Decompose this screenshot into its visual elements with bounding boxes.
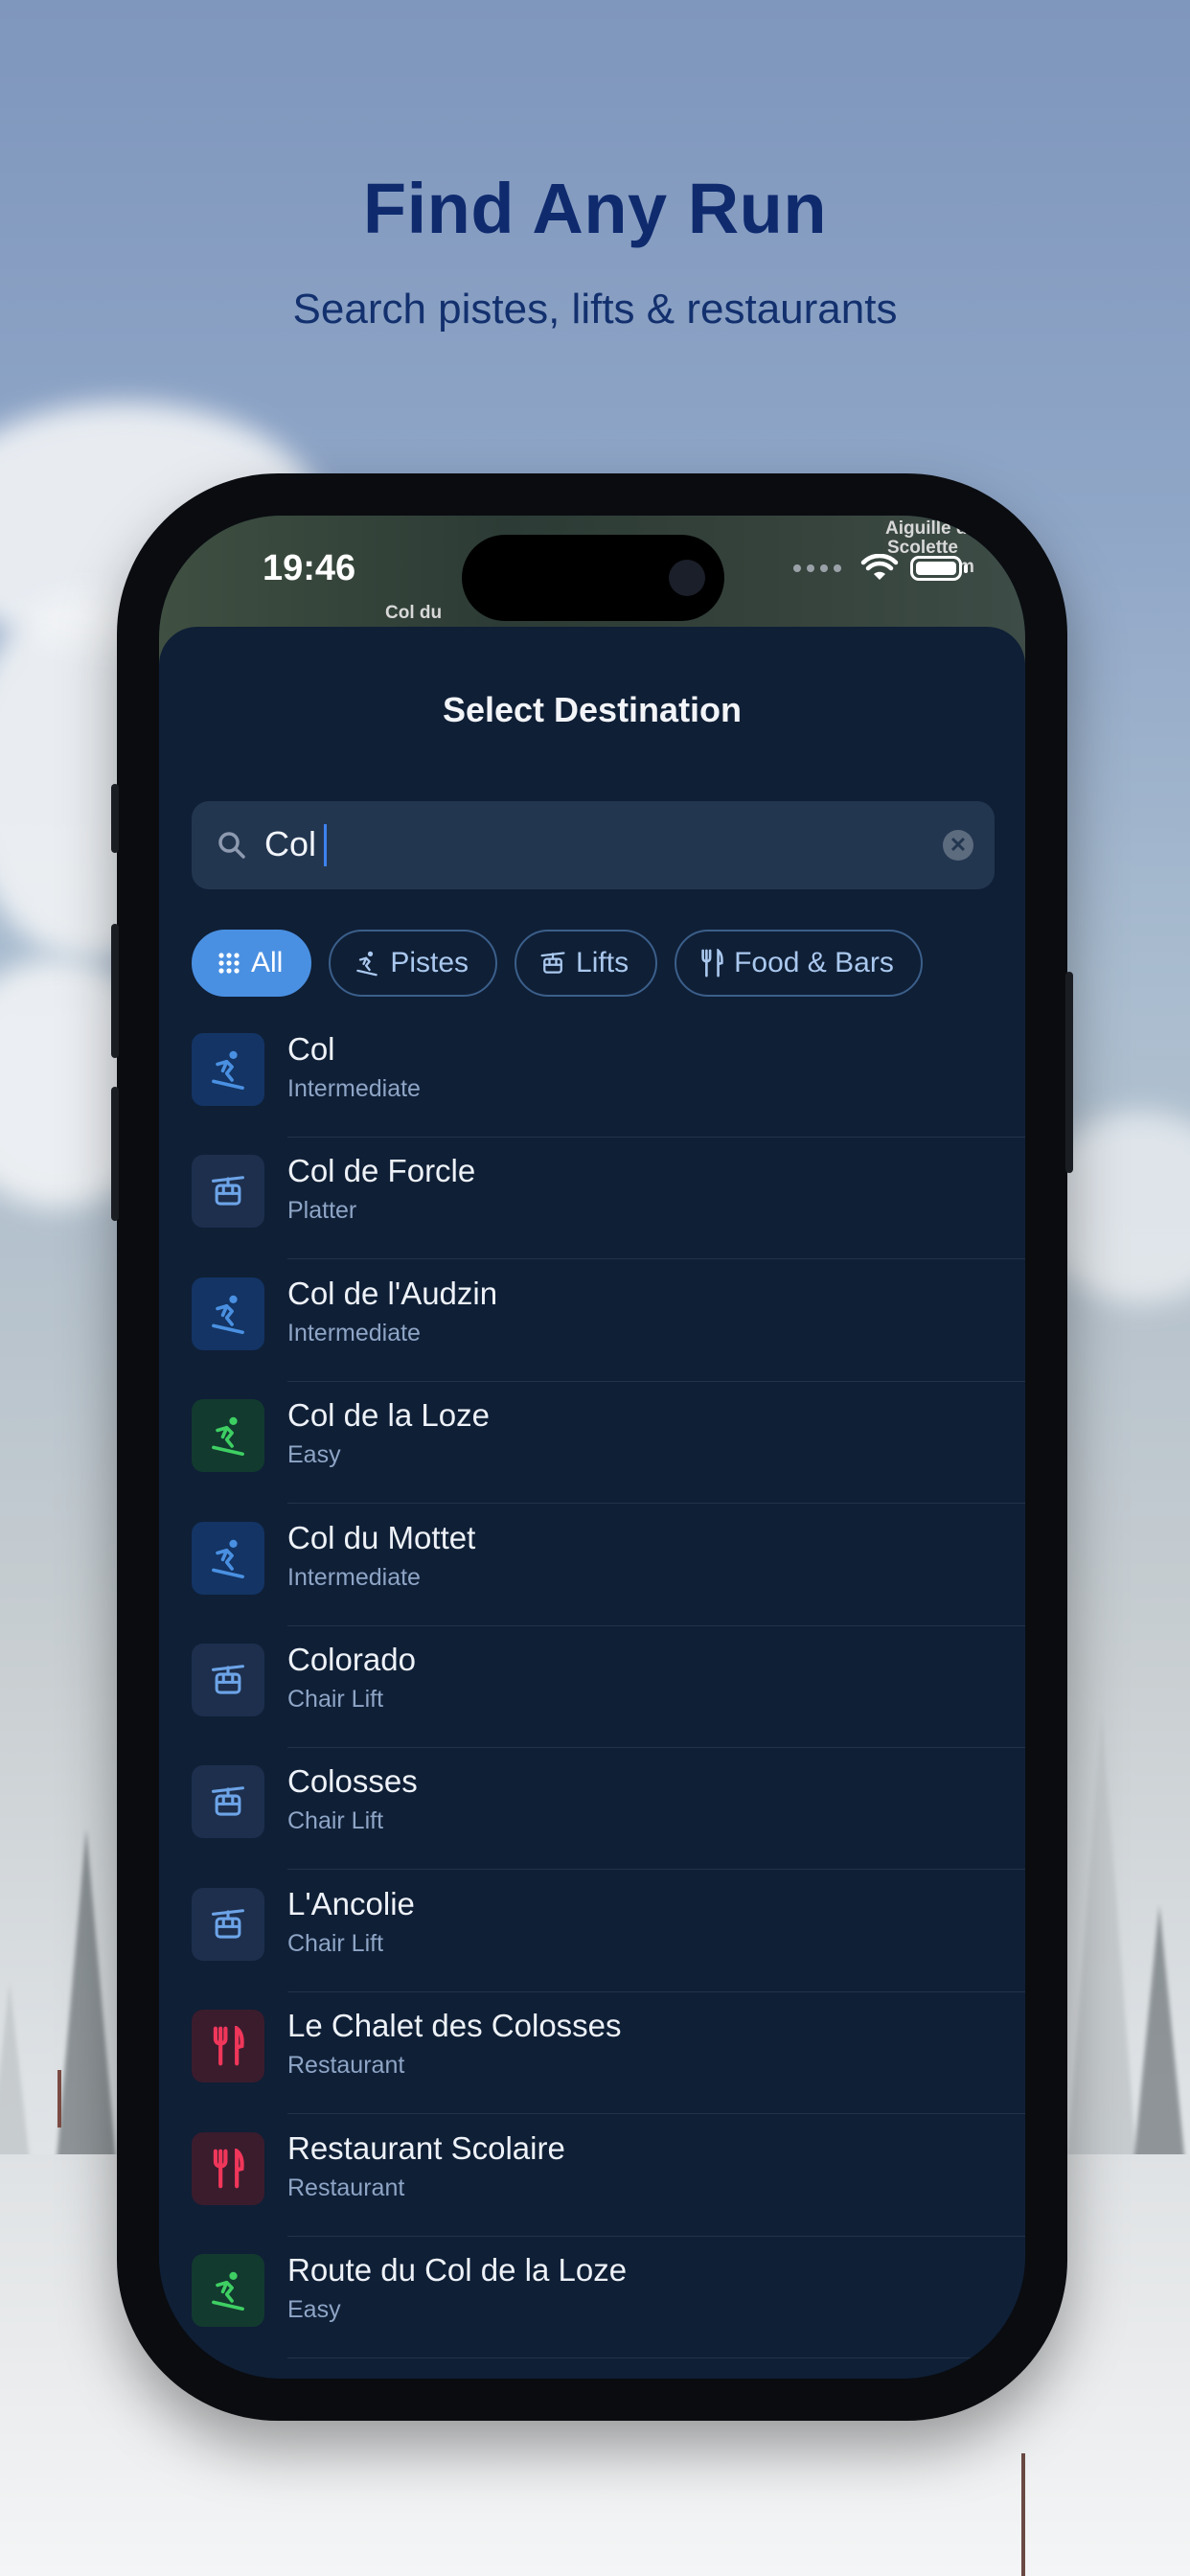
filter-chips: All Pistes Lifts Food & Bars: [192, 930, 923, 997]
signal-icon: [793, 564, 841, 572]
result-name: Restaurant Scolaire: [287, 2129, 565, 2166]
skier-icon: [207, 1414, 249, 1457]
result-subtitle: Easy: [287, 1441, 341, 1469]
result-name: Col du Mottet: [287, 1519, 476, 1555]
headline: Find Any Run: [362, 169, 828, 248]
result-subtitle: Easy: [287, 2296, 341, 2323]
destination-sheet: Select Destination Col ✕ All Pistes Lift…: [159, 627, 1025, 2379]
result-subtitle: Restaurant: [287, 2052, 405, 2080]
result-icon-tile: [192, 1644, 264, 1716]
search-input[interactable]: Col ✕: [192, 801, 995, 889]
cable-car-icon: [210, 1173, 246, 1209]
filter-chip-label: All: [251, 947, 284, 978]
result-icon-tile: [192, 1033, 264, 1106]
result-row[interactable]: Col de la Loze Easy: [159, 1382, 1025, 1505]
result-icon-tile: [192, 2131, 264, 2205]
filter-chip-pistes[interactable]: Pistes: [329, 930, 498, 997]
text-caret: [324, 824, 327, 866]
result-row[interactable]: Col de l'Audzin Intermediate: [159, 1260, 1025, 1382]
cable-car-icon: [540, 952, 565, 974]
skier-icon: [207, 1537, 249, 1579]
sheet-title: Select Destination: [442, 690, 743, 729]
result-subtitle: Restaurant: [287, 2174, 405, 2201]
result-name: Col: [287, 1031, 335, 1067]
result-name: Col de la Loze: [287, 1397, 490, 1434]
wifi-icon: [860, 554, 899, 580]
result-icon-tile: [192, 1765, 264, 1839]
filter-chip-lifts[interactable]: Lifts: [515, 930, 658, 997]
skier-icon: [207, 1293, 249, 1335]
result-subtitle: Chair Lift: [287, 1807, 384, 1835]
result-subtitle: Chair Lift: [287, 1929, 384, 1957]
phone-frame: Aiguille d Scolette m Col du 19:46 Selec…: [111, 473, 1073, 2421]
filter-chip-label: Pistes: [390, 947, 469, 978]
search-icon: [218, 832, 245, 859]
dynamic-island: [462, 535, 724, 621]
fork-knife-icon: [212, 2026, 244, 2066]
result-subtitle: Intermediate: [287, 1075, 421, 1102]
result-icon-tile: [192, 1399, 264, 1473]
result-name: Col de Forcle: [287, 1153, 476, 1189]
skier-icon: [207, 2269, 249, 2312]
status-time: 19:46: [263, 548, 356, 588]
subheadline: Search pistes, lifts & restaurants: [292, 286, 898, 333]
result-row[interactable]: Route du Col de la Loze Easy: [159, 2237, 1025, 2358]
result-subtitle: Intermediate: [287, 1563, 421, 1591]
result-row[interactable]: Col de Forcle Platter: [159, 1138, 1025, 1260]
filter-chip-label: Food & Bars: [734, 947, 894, 978]
result-name: Col de l'Audzin: [287, 1275, 498, 1311]
skier-icon: [207, 1048, 249, 1091]
clear-search-icon[interactable]: ✕: [943, 830, 973, 861]
result-row[interactable]: Col Intermediate: [159, 1016, 1025, 1138]
result-name: Le Chalet des Colosses: [287, 2008, 622, 2044]
result-row[interactable]: Colorado Chair Lift: [159, 1626, 1025, 1748]
skier-icon: [356, 951, 378, 977]
result-icon-tile: [192, 2254, 264, 2327]
cable-car-icon: [210, 1783, 246, 1820]
result-subtitle: Intermediate: [287, 1319, 421, 1346]
result-subtitle: Platter: [287, 1197, 357, 1225]
result-row[interactable]: Le Chalet des Colosses Restaurant: [159, 1992, 1025, 2115]
result-subtitle: Chair Lift: [287, 1686, 384, 1713]
battery-icon: [910, 556, 968, 581]
filter-chip-all[interactable]: All: [192, 930, 312, 997]
result-row[interactable]: Col du Mottet Intermediate: [159, 1505, 1025, 1626]
result-icon-tile: [192, 1521, 264, 1595]
status-bar: 19:46: [159, 516, 1025, 640]
result-name: Colosses: [287, 1763, 418, 1800]
fork-knife-icon: [212, 2148, 244, 2189]
result-icon-tile: [192, 2010, 264, 2083]
result-row[interactable]: Colosses Chair Lift: [159, 1748, 1025, 1871]
result-icon-tile: [192, 1155, 264, 1229]
result-icon-tile: [192, 1276, 264, 1350]
fork-knife-icon: [701, 949, 723, 978]
cable-car-icon: [210, 1906, 246, 1943]
result-icon-tile: [192, 1887, 264, 1961]
filter-chip-food-bars[interactable]: Food & Bars: [675, 930, 923, 997]
result-row[interactable]: L'Ancolie Chair Lift: [159, 1871, 1025, 1992]
grid-icon: [218, 953, 240, 974]
result-row[interactable]: Restaurant Scolaire Restaurant: [159, 2115, 1025, 2237]
result-name: Route du Col de la Loze: [287, 2252, 628, 2288]
result-name: L'Ancolie: [287, 1885, 415, 1921]
phone-screen: Aiguille d Scolette m Col du 19:46 Selec…: [159, 516, 1025, 2379]
cable-car-icon: [210, 1662, 246, 1698]
filter-chip-label: Lifts: [576, 947, 629, 978]
search-value: Col: [264, 824, 317, 863]
result-name: Colorado: [287, 1642, 416, 1677]
